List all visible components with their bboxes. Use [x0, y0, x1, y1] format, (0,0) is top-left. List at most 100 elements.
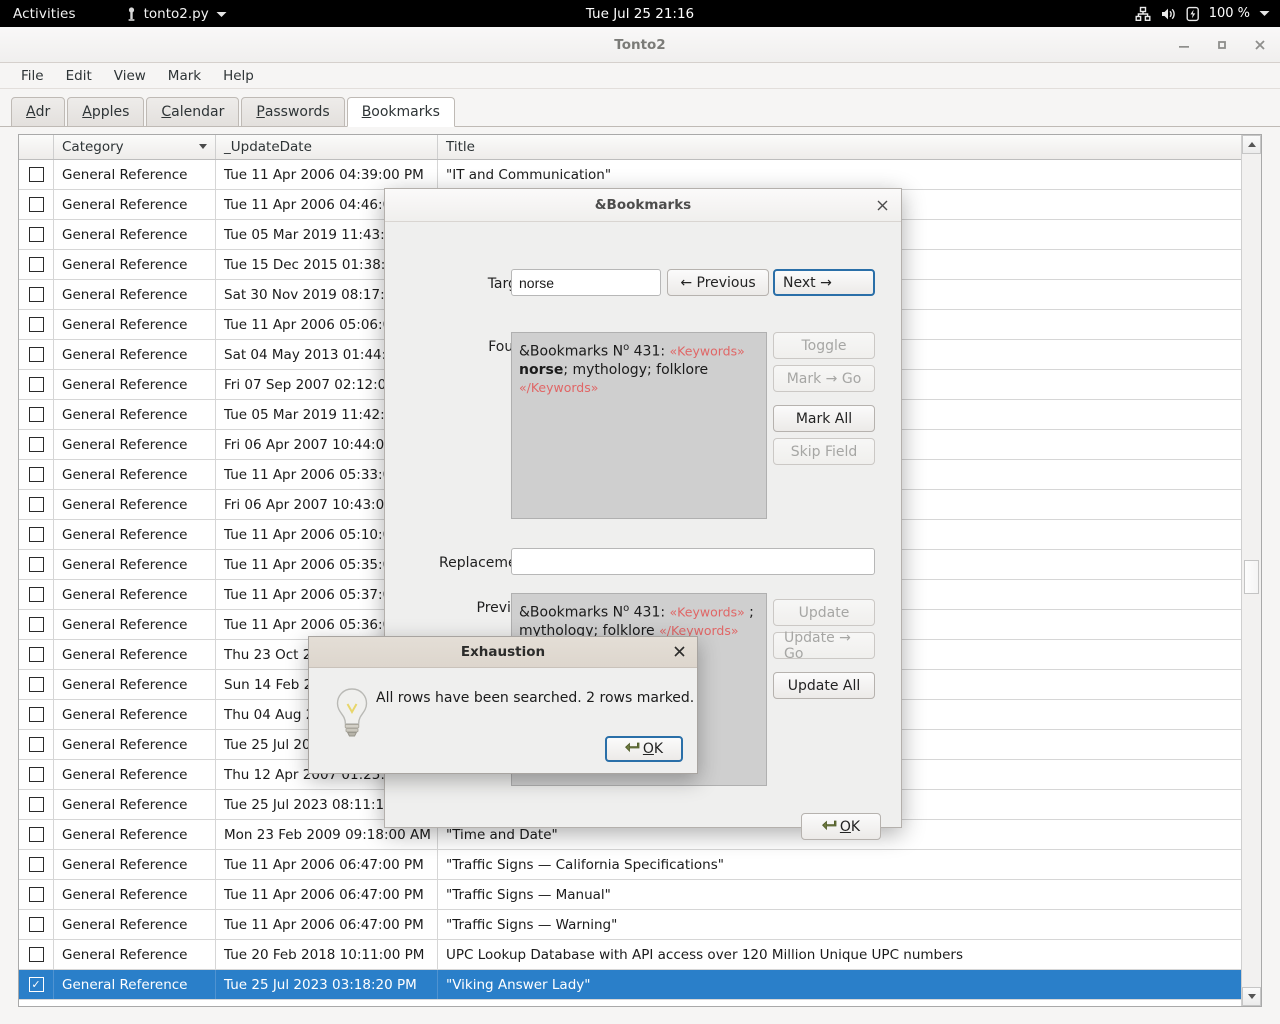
checkbox-unchecked-icon[interactable] — [29, 527, 44, 542]
checkbox-unchecked-icon[interactable] — [29, 647, 44, 662]
checkbox-unchecked-icon[interactable] — [29, 557, 44, 572]
close-icon[interactable] — [1252, 37, 1268, 53]
close-icon[interactable] — [874, 197, 891, 214]
checkbox-unchecked-icon[interactable] — [29, 677, 44, 692]
column-header-category[interactable]: Category — [54, 135, 216, 159]
update-button[interactable]: Update — [773, 599, 875, 626]
checkbox-unchecked-icon[interactable] — [29, 917, 44, 932]
menu-edit[interactable]: Edit — [55, 66, 103, 86]
bookmarks-ok-button[interactable]: OK — [801, 813, 881, 840]
checkbox-unchecked-icon[interactable] — [29, 257, 44, 272]
checkbox-unchecked-icon[interactable] — [29, 437, 44, 452]
table-row[interactable]: General ReferenceTue 11 Apr 2006 06:47:0… — [19, 850, 1261, 880]
skip-field-button[interactable]: Skip Field — [773, 438, 875, 465]
checkbox-unchecked-icon[interactable] — [29, 947, 44, 962]
menu-file[interactable]: File — [10, 66, 55, 86]
row-checkbox-cell[interactable] — [19, 610, 54, 639]
scroll-down-arrow-icon[interactable] — [1242, 987, 1261, 1006]
checkbox-unchecked-icon[interactable] — [29, 767, 44, 782]
row-checkbox-cell[interactable] — [19, 940, 54, 969]
checkbox-unchecked-icon[interactable] — [29, 197, 44, 212]
tab-passwords[interactable]: Passwords — [241, 97, 344, 127]
row-checkbox-cell[interactable] — [19, 820, 54, 849]
row-checkbox-cell[interactable] — [19, 550, 54, 579]
row-checkbox-cell[interactable] — [19, 400, 54, 429]
row-checkbox-cell[interactable] — [19, 700, 54, 729]
found-textbox[interactable]: &Bookmarks No 431: «Keywords»norse; myth… — [511, 332, 767, 519]
checkbox-unchecked-icon[interactable] — [29, 377, 44, 392]
checkbox-unchecked-icon[interactable] — [29, 467, 44, 482]
row-checkbox-cell[interactable]: ✓ — [19, 970, 54, 999]
exhaustion-ok-button[interactable]: OK — [605, 736, 683, 762]
next-button[interactable]: Next → — [773, 269, 875, 296]
row-checkbox-cell[interactable] — [19, 430, 54, 459]
menu-help[interactable]: Help — [212, 66, 265, 86]
column-header-checkbox[interactable] — [19, 135, 54, 159]
table-row[interactable]: General ReferenceTue 11 Apr 2006 06:47:0… — [19, 910, 1261, 940]
checkbox-unchecked-icon[interactable] — [29, 317, 44, 332]
row-checkbox-cell[interactable] — [19, 520, 54, 549]
table-row[interactable]: General ReferenceTue 20 Feb 2018 10:11:0… — [19, 940, 1261, 970]
checkbox-unchecked-icon[interactable] — [29, 167, 44, 182]
update-all-button[interactable]: Update All — [773, 672, 875, 699]
row-checkbox-cell[interactable] — [19, 910, 54, 939]
checkbox-unchecked-icon[interactable] — [29, 827, 44, 842]
target-input[interactable] — [511, 269, 661, 296]
row-checkbox-cell[interactable] — [19, 340, 54, 369]
row-checkbox-cell[interactable] — [19, 850, 54, 879]
mark-all-button[interactable]: Mark All — [773, 405, 875, 432]
row-checkbox-cell[interactable] — [19, 280, 54, 309]
row-checkbox-cell[interactable] — [19, 790, 54, 819]
table-row[interactable]: General ReferenceTue 11 Apr 2006 04:39:0… — [19, 160, 1261, 190]
row-checkbox-cell[interactable] — [19, 490, 54, 519]
checkbox-unchecked-icon[interactable] — [29, 347, 44, 362]
replacement-input[interactable] — [511, 548, 875, 575]
checkbox-unchecked-icon[interactable] — [29, 737, 44, 752]
scroll-up-arrow-icon[interactable] — [1242, 135, 1261, 154]
checkbox-unchecked-icon[interactable] — [29, 887, 44, 902]
close-icon[interactable] — [673, 644, 686, 662]
checkbox-unchecked-icon[interactable] — [29, 797, 44, 812]
table-row[interactable]: General ReferenceTue 11 Apr 2006 06:47:0… — [19, 880, 1261, 910]
checkbox-unchecked-icon[interactable] — [29, 287, 44, 302]
row-checkbox-cell[interactable] — [19, 760, 54, 789]
row-checkbox-cell[interactable] — [19, 580, 54, 609]
row-checkbox-cell[interactable] — [19, 160, 54, 189]
tab-bookmarks[interactable]: Bookmarks — [347, 97, 455, 127]
checkbox-unchecked-icon[interactable] — [29, 587, 44, 602]
table-vertical-scrollbar[interactable] — [1241, 135, 1261, 1006]
scrollbar-thumb[interactable] — [1244, 560, 1259, 594]
tab-apples[interactable]: Apples — [67, 97, 144, 127]
row-checkbox-cell[interactable] — [19, 310, 54, 339]
checkbox-unchecked-icon[interactable] — [29, 707, 44, 722]
menu-mark[interactable]: Mark — [157, 66, 212, 86]
system-tray[interactable]: 100 % — [1135, 0, 1270, 27]
toggle-button[interactable]: Toggle — [773, 332, 875, 359]
column-header-updatedate[interactable]: _UpdateDate — [216, 135, 438, 159]
checkbox-checked-icon[interactable]: ✓ — [29, 977, 44, 992]
row-checkbox-cell[interactable] — [19, 730, 54, 759]
column-header-title[interactable]: Title — [438, 135, 1261, 159]
previous-button[interactable]: ← Previous — [667, 269, 769, 296]
row-checkbox-cell[interactable] — [19, 460, 54, 489]
row-checkbox-cell[interactable] — [19, 190, 54, 219]
row-checkbox-cell[interactable] — [19, 640, 54, 669]
tab-calendar[interactable]: Calendar — [146, 97, 239, 127]
tab-adr[interactable]: Adr — [11, 97, 65, 127]
checkbox-unchecked-icon[interactable] — [29, 407, 44, 422]
row-checkbox-cell[interactable] — [19, 670, 54, 699]
table-row[interactable]: ✓General ReferenceTue 25 Jul 2023 03:18:… — [19, 970, 1261, 1000]
checkbox-unchecked-icon[interactable] — [29, 617, 44, 632]
checkbox-unchecked-icon[interactable] — [29, 857, 44, 872]
checkbox-unchecked-icon[interactable] — [29, 497, 44, 512]
checkbox-unchecked-icon[interactable] — [29, 227, 44, 242]
clock[interactable]: Tue Jul 25 21:16 — [0, 6, 1280, 22]
maximize-icon[interactable] — [1214, 37, 1230, 53]
row-checkbox-cell[interactable] — [19, 370, 54, 399]
mark-go-button[interactable]: Mark → Go — [773, 365, 875, 392]
row-checkbox-cell[interactable] — [19, 250, 54, 279]
menu-view[interactable]: View — [103, 66, 157, 86]
row-checkbox-cell[interactable] — [19, 880, 54, 909]
minimize-icon[interactable] — [1176, 37, 1192, 53]
update-go-button[interactable]: Update → Go — [773, 632, 875, 659]
